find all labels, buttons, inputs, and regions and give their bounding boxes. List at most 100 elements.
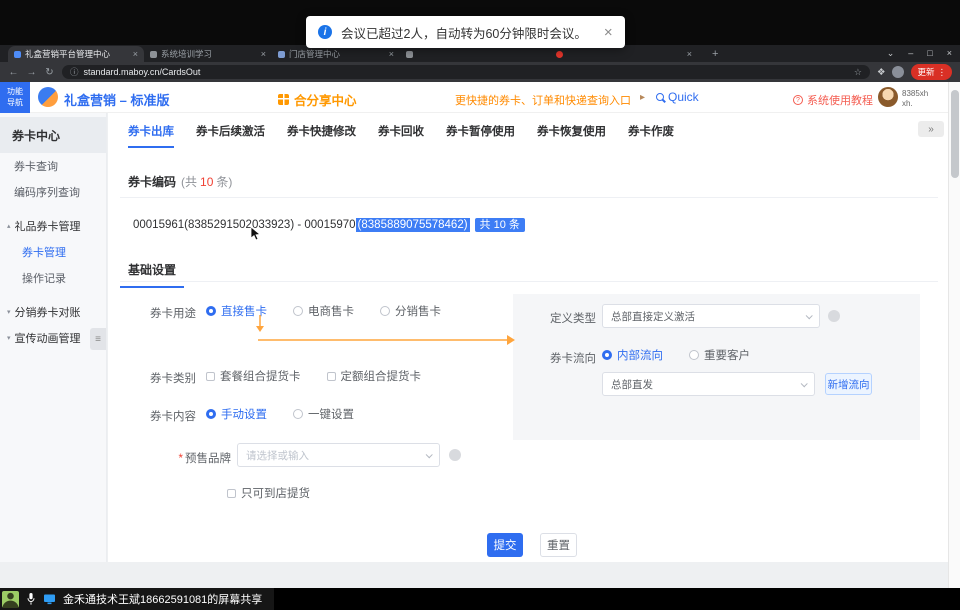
tab-card-outbound[interactable]: 券卡出库 xyxy=(128,123,174,148)
presale-brand-select[interactable]: 请选择或输入 xyxy=(237,443,440,467)
browser-tab-4[interactable] xyxy=(400,46,550,62)
screen-share-pill: 金禾通技术王斌18662591081的屏幕共享 xyxy=(0,588,274,610)
info-icon: i xyxy=(318,25,332,39)
panel-collapse-button[interactable]: » xyxy=(918,121,944,137)
reload-icon[interactable]: ↻ xyxy=(44,67,55,78)
tutorial-icon: ? xyxy=(793,95,803,105)
checkbox-icon xyxy=(327,372,336,381)
tab-close-icon[interactable]: × xyxy=(261,49,266,59)
sidebar-item-card-query[interactable]: 券卡查询 xyxy=(0,153,106,179)
tab-close-icon[interactable]: × xyxy=(687,49,692,59)
code-range-plain: 00015961(8385291502033923) - 00015970 xyxy=(133,219,356,231)
scrollbar-thumb[interactable] xyxy=(951,90,959,178)
close-window-icon[interactable]: × xyxy=(947,48,952,59)
favicon xyxy=(14,51,21,58)
tab-close-icon[interactable]: × xyxy=(389,49,394,59)
function-nav-toggle[interactable]: 功能 导航 xyxy=(0,82,30,113)
browser-tab-3[interactable]: 门店管理中心 × xyxy=(272,46,400,62)
tab-card-activate[interactable]: 券卡后续激活 xyxy=(196,123,265,148)
flow-connector-arrow xyxy=(250,313,530,353)
divider xyxy=(120,281,938,282)
sidebar-item-op-log[interactable]: 操作记录 xyxy=(0,265,106,291)
app-logo-icon xyxy=(38,87,58,107)
radio-off-icon xyxy=(293,409,303,419)
radio-off-icon xyxy=(689,350,699,360)
page-scrollbar[interactable] xyxy=(948,82,960,588)
browser-update-button[interactable]: 更新 ⋮ xyxy=(911,64,952,80)
screen-share-bar: 金禾通技术王斌18662591081的屏幕共享 xyxy=(0,588,960,610)
participant-avatar-icon xyxy=(2,591,19,608)
radio-internal-flow[interactable]: 内部流向 xyxy=(602,347,663,363)
minimize-icon[interactable]: – xyxy=(908,48,913,59)
browser-tab-2[interactable]: 系统培训学习 × xyxy=(144,46,272,62)
radio-on-icon xyxy=(206,306,216,316)
extensions-icon[interactable]: ❖ xyxy=(877,67,886,78)
gift-icon xyxy=(278,94,289,105)
card-category-checkbox-group: 套餐组合提货卡 定额组合提货卡 xyxy=(206,368,421,384)
chevron-down-icon xyxy=(426,451,433,458)
triangle-closed-icon: ▾ xyxy=(7,334,11,342)
tutorial-link[interactable]: ? 系统使用教程 xyxy=(793,92,873,108)
card-category-label: 券卡类别 xyxy=(126,370,196,386)
flow-target-select[interactable]: 总部直发 xyxy=(602,372,815,396)
checkbox-combo-pickup-card[interactable]: 套餐组合提货卡 xyxy=(206,368,301,384)
checkbox-icon xyxy=(206,372,215,381)
recording-dot-icon xyxy=(556,51,563,58)
sidebar-collapse-handle[interactable]: ≡ xyxy=(90,328,106,350)
maximize-icon[interactable]: □ xyxy=(927,48,932,59)
url-text: standard.maboy.cn/CardsOut xyxy=(84,67,201,77)
favicon xyxy=(278,51,285,58)
search-icon xyxy=(656,93,664,101)
forward-icon[interactable]: → xyxy=(26,67,37,78)
browser-tab-5[interactable]: × xyxy=(550,46,698,62)
toast-message: 会议已超过2人，自动转为60分钟限时会议。 xyxy=(341,23,587,42)
microphone-icon xyxy=(26,592,36,606)
tab-card-recycle[interactable]: 券卡回收 xyxy=(378,123,424,148)
site-info-icon[interactable]: ⓘ xyxy=(70,66,79,78)
add-flow-button[interactable]: 新增流向 xyxy=(825,373,872,395)
tab-search-icon[interactable]: ⌄ xyxy=(887,48,895,59)
help-icon[interactable] xyxy=(449,449,461,461)
new-tab-button[interactable]: + xyxy=(712,48,718,60)
menu-dots-icon: ⋮ xyxy=(938,67,947,78)
tab-card-pause[interactable]: 券卡暂停使用 xyxy=(446,123,515,148)
window-controls: ⌄ – □ × xyxy=(887,48,952,59)
radio-important-customer[interactable]: 重要客户 xyxy=(689,347,750,363)
browser-window: 礼盒营销平台管理中心 × 系统培训学习 × 门店管理中心 × × xyxy=(0,45,960,588)
tab-close-icon[interactable]: × xyxy=(133,49,138,59)
reset-button[interactable]: 重置 xyxy=(540,533,577,557)
quick-search-link[interactable]: Quick xyxy=(656,90,699,104)
help-icon[interactable] xyxy=(828,310,840,322)
checkbox-fixed-combo-pickup-card[interactable]: 定额组合提货卡 xyxy=(327,368,422,384)
screen-share-icon xyxy=(43,593,56,605)
triangle-open-icon: ▴ xyxy=(7,222,11,230)
bookmark-star-icon[interactable]: ☆ xyxy=(854,67,862,78)
address-bar[interactable]: ⓘ standard.maboy.cn/CardsOut ☆ xyxy=(62,65,870,79)
back-icon[interactable]: ← xyxy=(8,67,19,78)
card-content-label: 券卡内容 xyxy=(126,408,196,424)
profile-avatar[interactable] xyxy=(892,66,904,78)
sidebar-item-card-mgmt[interactable]: 券卡管理 xyxy=(0,239,106,265)
share-center-link[interactable]: 合分享中心 xyxy=(278,90,357,109)
sidebar-group-gift-card-mgmt[interactable]: ▴ 礼品券卡管理 xyxy=(0,213,106,239)
user-avatar[interactable] xyxy=(878,87,898,107)
toast-close-icon[interactable]: × xyxy=(604,25,613,40)
sidebar-item-code-seq-query[interactable]: 编码序列查询 xyxy=(0,179,106,205)
card-usage-label: 券卡用途 xyxy=(126,305,196,321)
tab-title: 系统培训学习 xyxy=(161,48,257,60)
card-flow-radio-group: 内部流向 重要客户 xyxy=(602,347,750,363)
checkbox-store-pickup-only[interactable]: 只可到店提货 xyxy=(227,485,310,501)
browser-tab-1[interactable]: 礼盒营销平台管理中心 × xyxy=(8,46,144,62)
tab-card-void[interactable]: 券卡作废 xyxy=(628,123,674,148)
promo-text: 更快捷的券卡、订单和快递查询入口 xyxy=(455,92,631,108)
submit-button[interactable]: 提交 xyxy=(487,533,523,557)
card-codes-heading: 券卡编码(共10条) xyxy=(128,173,232,190)
sidebar-group-dist-reconcile[interactable]: ▾ 分销券卡对账 xyxy=(0,299,106,325)
code-range-highlight: (8385889075578462) xyxy=(356,218,470,232)
radio-one-click-setup[interactable]: 一键设置 xyxy=(293,406,354,422)
radio-manual-setup[interactable]: 手动设置 xyxy=(206,406,267,422)
define-type-select[interactable]: 总部直接定义激活 xyxy=(602,304,820,328)
basic-settings-heading: 基础设置 xyxy=(120,261,184,288)
tab-card-resume[interactable]: 券卡恢复使用 xyxy=(537,123,606,148)
tab-card-quick-edit[interactable]: 券卡快捷修改 xyxy=(287,123,356,148)
